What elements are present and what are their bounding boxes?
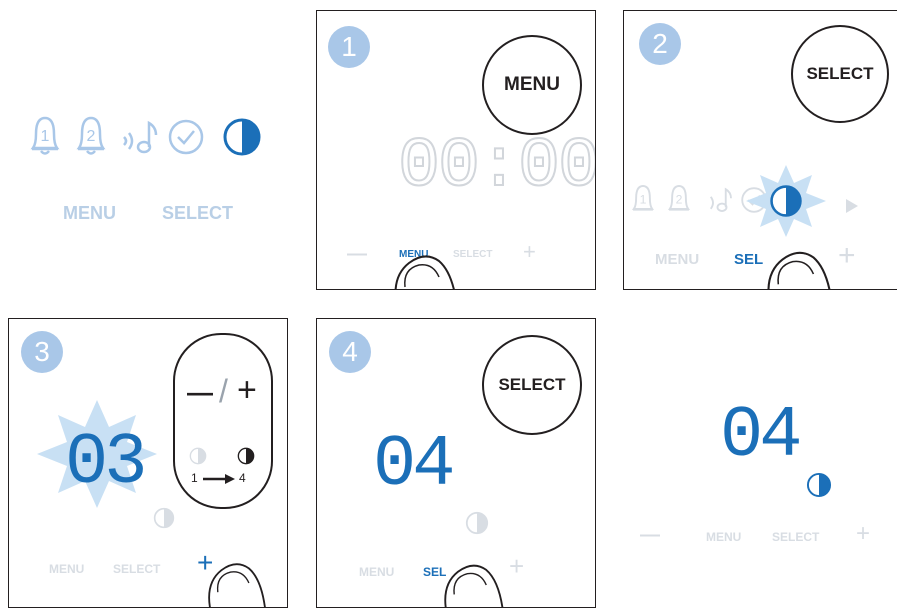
alarm-1-icon: 1 [30, 116, 60, 155]
brightness-low-icon [189, 447, 207, 465]
minus-glyph: — [187, 377, 213, 407]
step-badge: 4 [329, 331, 371, 373]
clock-display: 00:00 [397, 128, 596, 207]
brightness-high-icon [237, 447, 255, 465]
menu-label[interactable]: MENU [706, 530, 741, 544]
select-label[interactable]: SEL [734, 251, 763, 268]
legend-menu-label: MENU [63, 203, 116, 223]
finger-icon [394, 255, 455, 289]
brightness-icon [770, 185, 802, 217]
menu-label[interactable]: MENU [49, 562, 84, 576]
value-display: 04 [720, 395, 802, 477]
range-from-label: 1 [191, 471, 198, 485]
select-button[interactable]: SELECT [482, 335, 582, 435]
value-display: 03 [65, 422, 147, 504]
step-badge: 2 [639, 23, 681, 65]
select-label[interactable]: SELECT [772, 530, 819, 544]
minus-button[interactable]: — [640, 524, 660, 547]
step-3-panel: 3 03 — / + 1 4 MENU SELECT + [8, 318, 288, 608]
plus-glyph: + [237, 371, 257, 409]
plus-button[interactable]: + [509, 551, 524, 582]
alarm-2-icon: 2 [667, 185, 691, 211]
value-display: 04 [373, 424, 455, 506]
control-callout: — / + 1 4 [173, 333, 273, 509]
brightness-icon [806, 472, 832, 498]
brightness-icon [223, 118, 261, 156]
select-button[interactable]: SELECT [791, 25, 889, 123]
alarm-2-icon: 2 [76, 116, 106, 155]
plus-button[interactable]: + [523, 239, 536, 265]
step-badge: 1 [328, 26, 370, 68]
step-badge: 3 [21, 331, 63, 373]
menu-label[interactable]: MENU [655, 251, 699, 268]
finger-icon [444, 564, 504, 607]
check-icon [168, 119, 204, 155]
sound-icon [709, 187, 732, 212]
slash-glyph: / [219, 373, 228, 409]
plus-button[interactable]: + [838, 239, 856, 273]
alarm-1-icon: 1 [631, 185, 655, 211]
arrow-right-icon [203, 474, 235, 484]
range-to-label: 4 [239, 471, 246, 485]
step-4-panel: 4 SELECT 04 MENU SEL + [316, 318, 596, 608]
brightness-icon [153, 507, 175, 529]
legend-select-label: SELECT [162, 203, 234, 223]
arrow-right-icon [846, 199, 858, 213]
svg-text:2: 2 [87, 128, 96, 145]
brightness-icon [465, 511, 489, 535]
minus-button[interactable]: — [347, 243, 367, 266]
step-2-panel: 2 SELECT 1 2 MENU SEL + [623, 10, 897, 290]
svg-text:1: 1 [640, 193, 647, 207]
plus-button[interactable]: + [856, 520, 870, 548]
finger-icon [767, 251, 831, 289]
select-label[interactable]: SELECT [113, 562, 160, 576]
step-1-panel: 1 MENU 00:00 — MENU SELECT + [316, 10, 596, 290]
svg-text:1: 1 [41, 128, 50, 145]
finger-icon [208, 563, 266, 607]
menu-label[interactable]: MENU [359, 565, 394, 579]
menu-button[interactable]: MENU [482, 35, 582, 135]
svg-text:2: 2 [676, 193, 683, 207]
sound-icon [123, 120, 158, 154]
